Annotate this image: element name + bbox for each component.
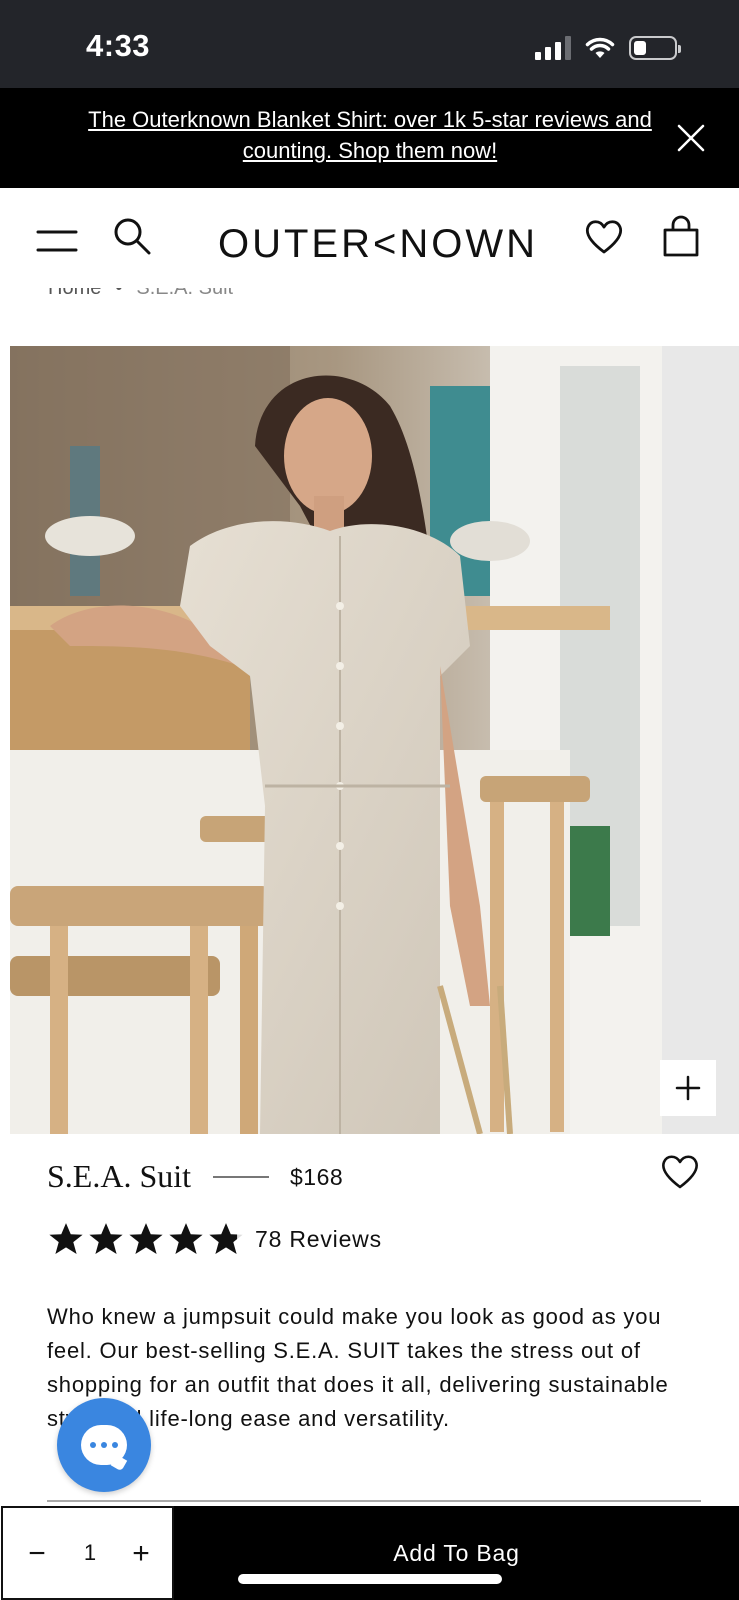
price-divider: [213, 1176, 269, 1178]
cellular-signal-icon: [535, 36, 571, 60]
plus-icon: [675, 1075, 701, 1101]
add-to-bag-label: Add To Bag: [393, 1539, 520, 1566]
bag-icon[interactable]: [662, 214, 700, 258]
chat-button[interactable]: [57, 1398, 151, 1492]
menu-icon[interactable]: [36, 228, 78, 254]
product-description: Who knew a jumpsuit could make you look …: [47, 1304, 669, 1431]
quantity-increase-button[interactable]: +: [123, 1534, 159, 1574]
announcement-banner: The Outerknown Blanket Shirt: over 1k 5-…: [0, 88, 739, 188]
heart-icon[interactable]: [584, 218, 624, 256]
star-icon: [129, 1223, 163, 1255]
chat-bubble-icon: [81, 1425, 127, 1465]
review-count-link[interactable]: 78 Reviews: [255, 1226, 382, 1253]
brand-logo[interactable]: OUTER<NOWN: [218, 222, 538, 267]
product-name: S.E.A. Suit: [47, 1158, 192, 1194]
breadcrumb-home[interactable]: Home: [48, 288, 101, 299]
star-icon: [169, 1223, 203, 1255]
product-price: $168: [290, 1164, 344, 1190]
home-indicator[interactable]: [238, 1574, 502, 1584]
breadcrumb: Home • S.E.A. Suit: [48, 288, 233, 310]
partial-star-icon: [209, 1223, 243, 1255]
battery-icon: [629, 36, 681, 60]
status-bar: 4:33: [0, 0, 739, 88]
wishlist-heart-icon[interactable]: [660, 1152, 700, 1192]
quantity-decrease-button[interactable]: −: [19, 1534, 55, 1574]
breadcrumb-current: S.E.A. Suit: [136, 288, 234, 299]
search-icon[interactable]: [112, 216, 152, 256]
star-icon: [89, 1223, 123, 1255]
star-rating[interactable]: [47, 1220, 245, 1258]
add-to-bag-button[interactable]: Add To Bag: [174, 1506, 739, 1600]
quantity-stepper: − 1 +: [1, 1506, 174, 1600]
next-product-image-peek[interactable]: [662, 346, 739, 1134]
announcement-link[interactable]: The Outerknown Blanket Shirt: over 1k 5-…: [70, 104, 670, 166]
status-icons: [535, 34, 681, 62]
section-divider: [47, 1500, 701, 1502]
zoom-button[interactable]: [660, 1060, 716, 1116]
status-time: 4:33: [86, 28, 151, 63]
star-icon: [49, 1223, 83, 1255]
wifi-icon: [585, 37, 615, 58]
breadcrumb-separator: •: [115, 288, 123, 299]
quantity-value[interactable]: 1: [75, 1540, 105, 1566]
site-header: OUTER<NOWN: [0, 188, 739, 288]
close-icon[interactable]: [673, 120, 709, 156]
product-image[interactable]: [10, 346, 662, 1134]
